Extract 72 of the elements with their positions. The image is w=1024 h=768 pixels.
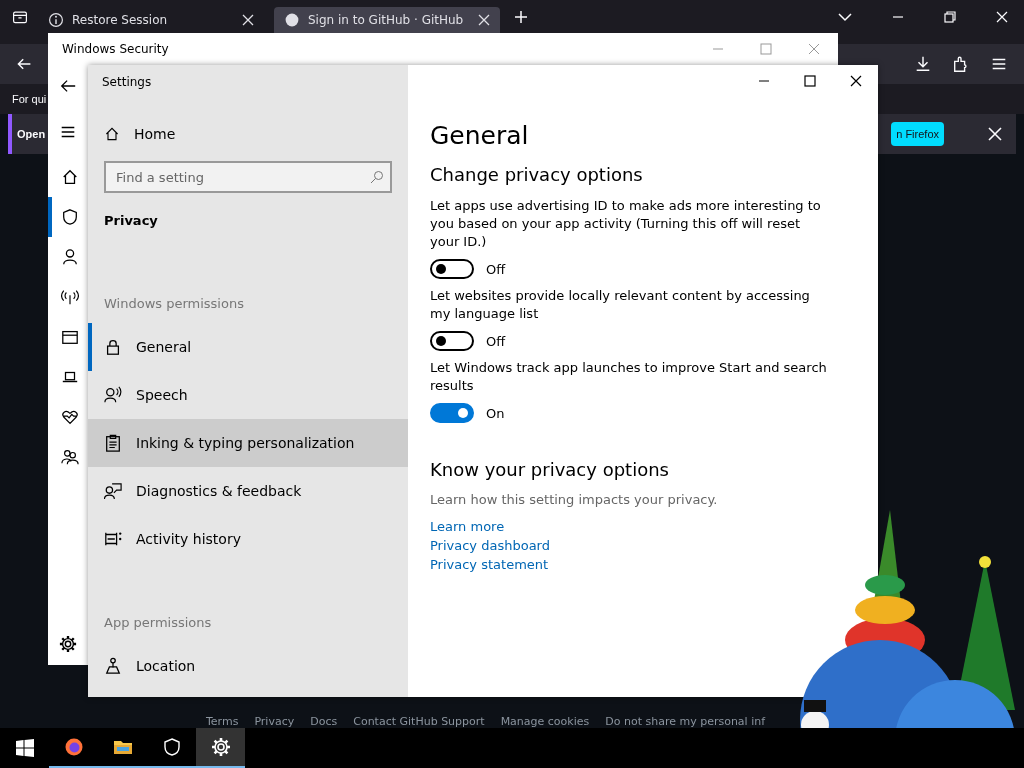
nav-item[interactable]: General — [88, 323, 408, 371]
footer-link[interactable]: Do not share my personal inf — [605, 715, 766, 728]
browser-logo-icon — [63, 737, 84, 757]
link[interactable]: Privacy statement — [430, 557, 549, 572]
section-title: Privacy — [104, 213, 159, 228]
info-icon — [48, 12, 64, 28]
nav-item[interactable]: Speech — [88, 371, 408, 419]
clipboard-icon — [104, 434, 122, 452]
person-feedback-icon — [104, 482, 122, 500]
page-title: General — [430, 121, 530, 150]
toggle-state-label: Off — [486, 261, 506, 277]
home-icon — [61, 168, 79, 186]
tab-list-icon[interactable] — [12, 9, 28, 25]
nav-item[interactable]: Diagnostics & feedback — [88, 467, 408, 515]
browser-tab[interactable]: Restore Session — [38, 6, 264, 34]
footer-link[interactable]: Terms — [206, 715, 239, 728]
taskbar-button[interactable] — [196, 728, 245, 768]
restore-icon[interactable] — [944, 11, 956, 23]
footer-link[interactable]: Contact GitHub Support — [353, 715, 485, 728]
download-icon[interactable] — [914, 55, 932, 73]
family-icon — [61, 448, 79, 466]
back-arrow-icon[interactable] — [16, 56, 32, 72]
shield-icon — [61, 208, 79, 226]
close-icon[interactable] — [850, 75, 862, 87]
window-title: Settings — [102, 75, 153, 89]
window-title: Windows Security — [62, 42, 169, 56]
home-icon — [104, 126, 120, 142]
puzzle-icon[interactable] — [952, 55, 970, 73]
group-heading: Windows permissions — [104, 296, 245, 311]
back-arrow-icon[interactable] — [59, 77, 77, 95]
person-icon — [61, 248, 79, 266]
description-text: Learn how this setting impacts your privacy. — [430, 492, 719, 507]
search-icon — [370, 170, 384, 184]
option-description: Let websites provide locally relevant content by accessing my language list — [430, 287, 811, 323]
speaking-person-icon — [104, 386, 122, 404]
antenna-icon — [61, 288, 79, 306]
toggle-switch[interactable] — [430, 331, 474, 351]
activity-icon — [104, 530, 122, 548]
maximize-icon[interactable] — [804, 75, 816, 87]
nav-item[interactable]: Activity history — [88, 515, 408, 563]
shield-icon — [161, 737, 182, 757]
group-heading: App permissions — [104, 615, 213, 630]
nav-item[interactable]: Inking & typing personalization — [88, 419, 408, 467]
notification-text: Open — [17, 128, 46, 140]
toggle-switch[interactable] — [430, 259, 474, 279]
chevron-down-icon[interactable] — [838, 10, 852, 24]
lock-icon — [104, 338, 122, 356]
toggle-switch[interactable] — [430, 403, 474, 423]
windows-start-icon — [14, 738, 35, 758]
toggle-state-label: On — [486, 405, 505, 421]
new-tab-icon[interactable] — [514, 10, 528, 24]
toggle-state-label: Off — [486, 333, 506, 349]
search-field[interactable]: Find a setting — [104, 161, 392, 193]
link[interactable]: Privacy dashboard — [430, 538, 550, 553]
settings-icon[interactable] — [59, 635, 77, 653]
option-description: Let apps use advertising ID to make ads more interesting to you based on your app activity (Turning this off will reset your ID.) — [430, 197, 822, 251]
footer-link[interactable]: Manage cookies — [500, 715, 590, 728]
section-heading: Know your privacy options — [430, 459, 670, 480]
nav-item[interactable]: Location — [88, 642, 408, 690]
open-in-browser-button[interactable]: n Firefox — [891, 122, 944, 146]
page-text: For qui — [12, 93, 47, 105]
footer-link[interactable]: Privacy — [254, 715, 295, 728]
settings-icon — [210, 737, 231, 757]
link[interactable]: Learn more — [430, 519, 505, 534]
section-heading: Change privacy options — [430, 164, 644, 185]
home-item[interactable]: Home — [88, 119, 408, 149]
heart-pulse-icon — [61, 408, 79, 426]
footer-link[interactable]: Docs — [310, 715, 338, 728]
browser-window-icon — [61, 328, 79, 346]
browser-tab[interactable]: Sign in to GitHub · GitHub — [274, 6, 500, 34]
option-description: Let Windows track app launches to improve Start and search results — [430, 359, 828, 395]
location-pin-icon — [104, 657, 122, 675]
